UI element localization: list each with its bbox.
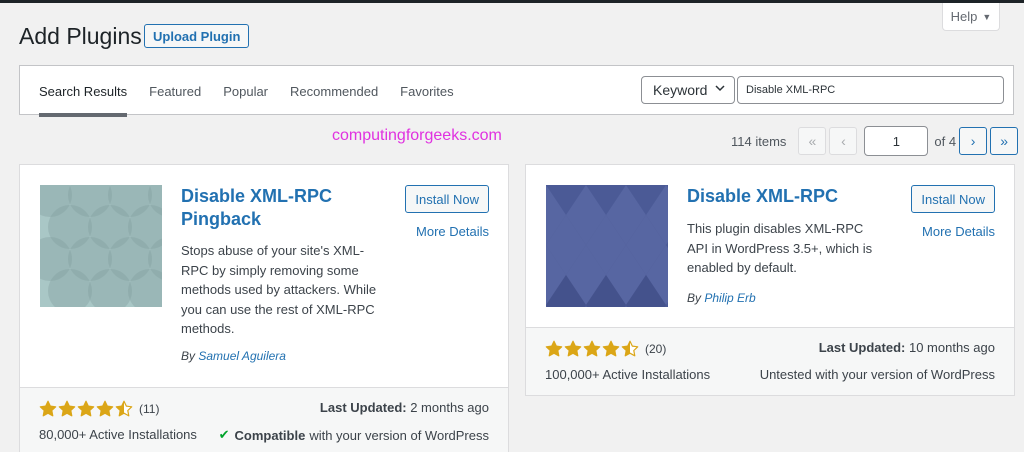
plugin-filter-bar: Search Results Featured Popular Recommen… — [19, 65, 1014, 117]
active-installs: 100,000+ Active Installations — [545, 367, 711, 382]
search-type-value: Keyword — [653, 82, 708, 98]
circles-pattern-icon — [40, 185, 162, 307]
plugin-author: By Philip Erb — [687, 291, 756, 305]
plugin-card-footer: (20) 100,000+ Active Installations Last … — [526, 327, 1014, 395]
plugin-rating: (20) — [545, 340, 666, 358]
author-prefix: By — [687, 291, 702, 305]
more-details-link[interactable]: More Details — [416, 224, 489, 239]
active-installs: 80,000+ Active Installations — [39, 427, 197, 442]
plugin-name-link[interactable]: Disable XML-RPC Pingback — [181, 185, 381, 231]
upload-plugin-button[interactable]: Upload Plugin — [144, 24, 250, 48]
next-page-button[interactable]: › — [959, 127, 988, 155]
plugin-search-input[interactable]: Disable XML-RPC — [737, 76, 1004, 104]
prev-page-button: ‹ — [829, 127, 858, 155]
caret-down-icon: ▼ — [982, 11, 992, 22]
plugin-description: This plugin disables XML-RPC API in Word… — [687, 221, 873, 275]
star-filled-icon — [96, 400, 114, 417]
plugin-card-footer: (11) 80,000+ Active Installations Last U… — [20, 387, 508, 452]
tab-popular[interactable]: Popular — [223, 66, 268, 116]
plugin-author: By Samuel Aguilera — [181, 349, 286, 363]
last-updated-value: 2 months ago — [410, 400, 489, 415]
star-filled-icon — [39, 400, 57, 417]
plugin-name-link[interactable]: Disable XML-RPC — [687, 185, 887, 208]
compat-text: Untested with your version of WordPress — [759, 367, 995, 382]
star-filled-icon — [564, 340, 582, 357]
plugin-description: Stops abuse of your site's XML-RPC by si… — [181, 243, 377, 336]
tab-recommended[interactable]: Recommended — [290, 66, 378, 116]
filter-tabs: Search Results Featured Popular Recommen… — [39, 66, 476, 117]
rating-count: (11) — [139, 402, 160, 416]
items-count: 114 items — [731, 133, 787, 149]
compat-strong: Compatible — [234, 427, 306, 443]
star-rating — [545, 340, 639, 358]
author-link[interactable]: Samuel Aguilera — [198, 349, 286, 363]
page-title: Add Plugins — [19, 23, 142, 49]
author-link[interactable]: Philip Erb — [704, 291, 755, 305]
compat-text: with your version of WordPress — [309, 427, 489, 443]
tab-featured[interactable]: Featured — [149, 66, 201, 116]
current-page-input[interactable]: 1 — [864, 126, 929, 156]
more-details-link[interactable]: More Details — [922, 224, 995, 239]
last-page-button[interactable]: » — [990, 127, 1019, 155]
watermark-text: computingforgeeks.com — [332, 127, 502, 144]
star-half-icon — [621, 340, 639, 357]
last-updated: Last Updated: 2 months ago — [320, 400, 489, 415]
star-rating — [39, 400, 133, 418]
star-filled-icon — [77, 400, 95, 417]
first-page-button: « — [798, 127, 827, 155]
rating-count: (20) — [645, 342, 667, 356]
last-updated-label: Last Updated: — [818, 340, 906, 355]
plugin-thumbnail[interactable] — [546, 185, 668, 307]
tab-search-results[interactable]: Search Results — [39, 66, 128, 117]
install-now-button[interactable]: Install Now — [405, 185, 489, 213]
last-updated: Last Updated: 10 months ago — [819, 340, 995, 355]
diamond-pattern-icon — [546, 185, 668, 307]
plugin-thumbnail[interactable] — [40, 185, 162, 307]
plugin-card: Disable XML-RPC Pingback Install Now Mor… — [19, 164, 509, 452]
star-filled-icon — [583, 340, 601, 357]
last-updated-label: Last Updated: — [319, 400, 407, 415]
help-label: Help — [950, 9, 978, 24]
compatibility-status: Untested with your version of WordPress — [760, 367, 995, 382]
pagination: 114 items « ‹ 1 of 4 › » — [731, 126, 1021, 156]
help-tab-button[interactable]: Help ▼ — [942, 3, 1000, 31]
star-filled-icon — [602, 340, 620, 357]
author-prefix: By — [181, 349, 196, 363]
star-filled-icon — [545, 340, 563, 357]
admin-top-bar — [0, 0, 1024, 3]
tab-favorites[interactable]: Favorites — [400, 66, 453, 116]
search-type-select[interactable]: Keyword — [641, 76, 735, 104]
chevron-down-icon — [715, 85, 725, 92]
plugin-card: Disable XML-RPC Install Now More Details… — [525, 164, 1015, 396]
compatibility-status: ✔ Compatible with your version of WordPr… — [219, 427, 489, 443]
last-updated-value: 10 months ago — [908, 340, 995, 355]
star-half-icon — [115, 400, 133, 417]
checkmark-icon: ✔ — [218, 427, 230, 442]
star-filled-icon — [58, 400, 76, 417]
total-pages-label: of 4 — [934, 133, 957, 149]
install-now-button[interactable]: Install Now — [911, 185, 995, 213]
plugin-rating: (11) — [39, 400, 159, 418]
